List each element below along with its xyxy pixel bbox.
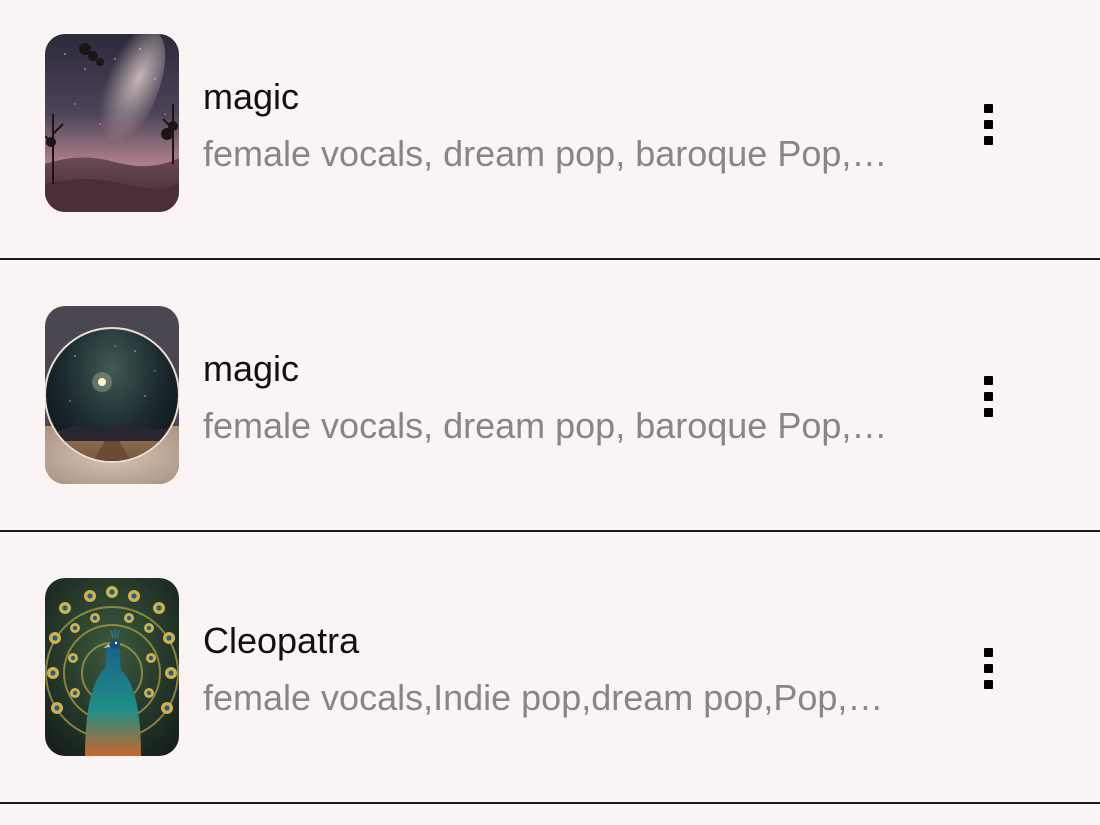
night-sky-cover-art [45, 306, 179, 484]
song-cover-image[interactable] [45, 34, 179, 212]
song-cover-image[interactable] [45, 578, 179, 756]
song-list-item[interactable]: magic female vocals, dream pop, baroque … [0, 272, 1100, 530]
song-title: magic [203, 348, 300, 389]
more-vert-icon[interactable] [968, 370, 1008, 422]
song-list: magic female vocals, dream pop, baroque … [0, 0, 1100, 825]
song-list-item[interactable]: Cleopatra female vocals,Indie pop,dream … [0, 544, 1100, 802]
divider [0, 530, 1100, 532]
song-tags: female vocals, dream pop, baroque Pop, e… [203, 133, 893, 174]
song-cover-image[interactable] [45, 306, 179, 484]
more-vert-icon[interactable] [968, 642, 1008, 694]
peacock-cover-art [45, 578, 179, 756]
song-list-item[interactable]: magic female vocals, dream pop, baroque … [0, 0, 1100, 258]
milky-way-cover-art [45, 34, 179, 212]
divider [0, 802, 1100, 804]
song-title: Cleopatra [203, 620, 360, 661]
divider [0, 258, 1100, 260]
song-title: magic [203, 76, 300, 117]
more-vert-icon[interactable] [968, 98, 1008, 150]
song-tags: female vocals,Indie pop,dream pop,Pop, e… [203, 677, 893, 718]
song-tags: female vocals, dream pop, baroque Pop, e… [203, 405, 893, 446]
